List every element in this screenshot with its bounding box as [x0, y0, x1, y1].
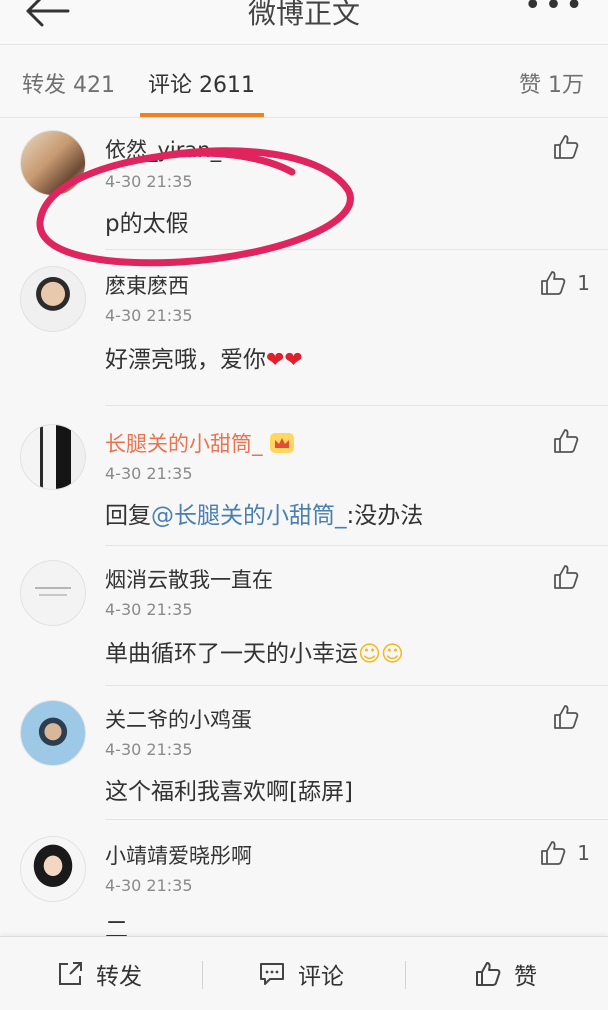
detail-tabs: 转发 421 评论 2611 赞 1万 [0, 45, 608, 118]
comment-label: 评论 [298, 964, 344, 990]
comment-item: 麽東麽西 4-30 21:35 好漂亮哦，爱你❤❤ 1 [0, 250, 608, 406]
comment-text-body: 好漂亮哦，爱你 [105, 347, 266, 373]
like-button[interactable]: 1 [539, 838, 590, 868]
comment-item: 关二爷的小鸡蛋 4-30 21:35 这个福利我喜欢啊[舔屏] [0, 686, 608, 820]
weibo-detail-page: 微博正文 ••• 转发 421 评论 2611 赞 1万 依然_yiran_ 4… [0, 0, 608, 1010]
more-dots-icon[interactable]: ••• [524, 0, 586, 21]
comment-text: 单曲循环了一天的小幸运☺☺ [105, 634, 404, 668]
like-button[interactable] [552, 132, 590, 162]
avatar[interactable] [20, 130, 86, 196]
comment-time: 4-30 21:35 [105, 740, 193, 759]
comment-username[interactable]: 关二爷的小鸡蛋 [105, 704, 252, 734]
comment-button[interactable]: 评论 [258, 957, 344, 991]
thumbs-up-icon [541, 841, 566, 865]
comment-time: 4-30 21:35 [105, 600, 193, 619]
comment-time: 4-30 21:35 [105, 876, 193, 895]
comment-item: 长腿关的小甜筒_ 4-30 21:35 回复@长腿关的小甜筒_:没办法 [0, 406, 608, 546]
comment-icon [260, 963, 284, 985]
tab-likes[interactable]: 赞 1万 [519, 67, 584, 99]
comment-text: 好漂亮哦，爱你❤❤ [105, 340, 303, 374]
comment-username-text[interactable]: 长腿关的小甜筒_ [105, 432, 263, 456]
comment-item: 小靖靖爱晓彤啊 4-30 21:35 二 1 [0, 820, 608, 943]
thumbs-up-icon [554, 705, 579, 729]
comment-text: 回复@长腿关的小甜筒_:没办法 [105, 496, 423, 530]
comment-username[interactable]: 依然_yiran_ [105, 134, 221, 164]
comment-text: 这个福利我喜欢啊[舔屏] [105, 779, 353, 805]
avatar[interactable] [20, 266, 86, 332]
comment-item: 烟消云散我一直在 4-30 21:35 单曲循环了一天的小幸运☺☺ [0, 546, 608, 686]
like-button[interactable]: 1 [539, 268, 590, 298]
reply-prefix: 回复 [105, 503, 151, 529]
repost-label: 转发 [96, 964, 142, 990]
heart-emoji: ❤❤ [266, 348, 303, 373]
top-navbar: 微博正文 ••• [0, 0, 608, 45]
like-post-button[interactable]: 赞 [474, 957, 537, 991]
like-count: 1 [577, 841, 590, 865]
comment-text: p的太假 [105, 211, 189, 237]
avatar[interactable] [20, 700, 86, 766]
thumbs-up-icon [554, 565, 579, 589]
comment-time: 4-30 21:35 [105, 306, 193, 325]
mention-link[interactable]: @长腿关的小甜筒_ [151, 503, 347, 529]
page-title: 微博正文 [247, 0, 360, 30]
share-icon [59, 962, 82, 985]
thumbs-up-icon [554, 135, 579, 159]
comment-username[interactable]: 小靖靖爱晓彤啊 [105, 840, 252, 870]
bottom-toolbar: 转发 评论 赞 [0, 936, 608, 1010]
tab-comments[interactable]: 评论 2611 [148, 67, 255, 99]
comment-item: 依然_yiran_ 4-30 21:35 p的太假 [0, 118, 608, 250]
active-tab-indicator [140, 113, 264, 117]
like-button[interactable] [552, 562, 590, 592]
comment-username[interactable]: 烟消云散我一直在 [105, 564, 273, 594]
crown-icon [269, 433, 294, 453]
toolbar-divider [202, 961, 203, 989]
avatar[interactable] [20, 560, 86, 626]
like-count: 1 [577, 271, 590, 295]
comment-time: 4-30 21:35 [105, 172, 193, 191]
thumbs-up-icon [541, 271, 566, 295]
like-label: 赞 [514, 964, 537, 990]
comment-time: 4-30 21:35 [105, 464, 193, 483]
repost-button[interactable]: 转发 [56, 957, 142, 991]
smile-emoji: ☺☺ [358, 642, 404, 667]
thumbs-up-icon [476, 962, 501, 986]
like-button[interactable] [552, 426, 590, 456]
thumbs-up-icon [554, 429, 579, 453]
comment-text-body: 单曲循环了一天的小幸运 [105, 641, 358, 667]
comment-username[interactable]: 长腿关的小甜筒_ [105, 428, 295, 458]
avatar[interactable] [20, 836, 86, 902]
tab-repost[interactable]: 转发 421 [22, 67, 115, 99]
reply-suffix: :没办法 [346, 503, 424, 529]
avatar[interactable] [20, 424, 86, 490]
like-button[interactable] [552, 702, 590, 732]
toolbar-divider [405, 961, 406, 989]
comment-username[interactable]: 麽東麽西 [105, 270, 189, 300]
